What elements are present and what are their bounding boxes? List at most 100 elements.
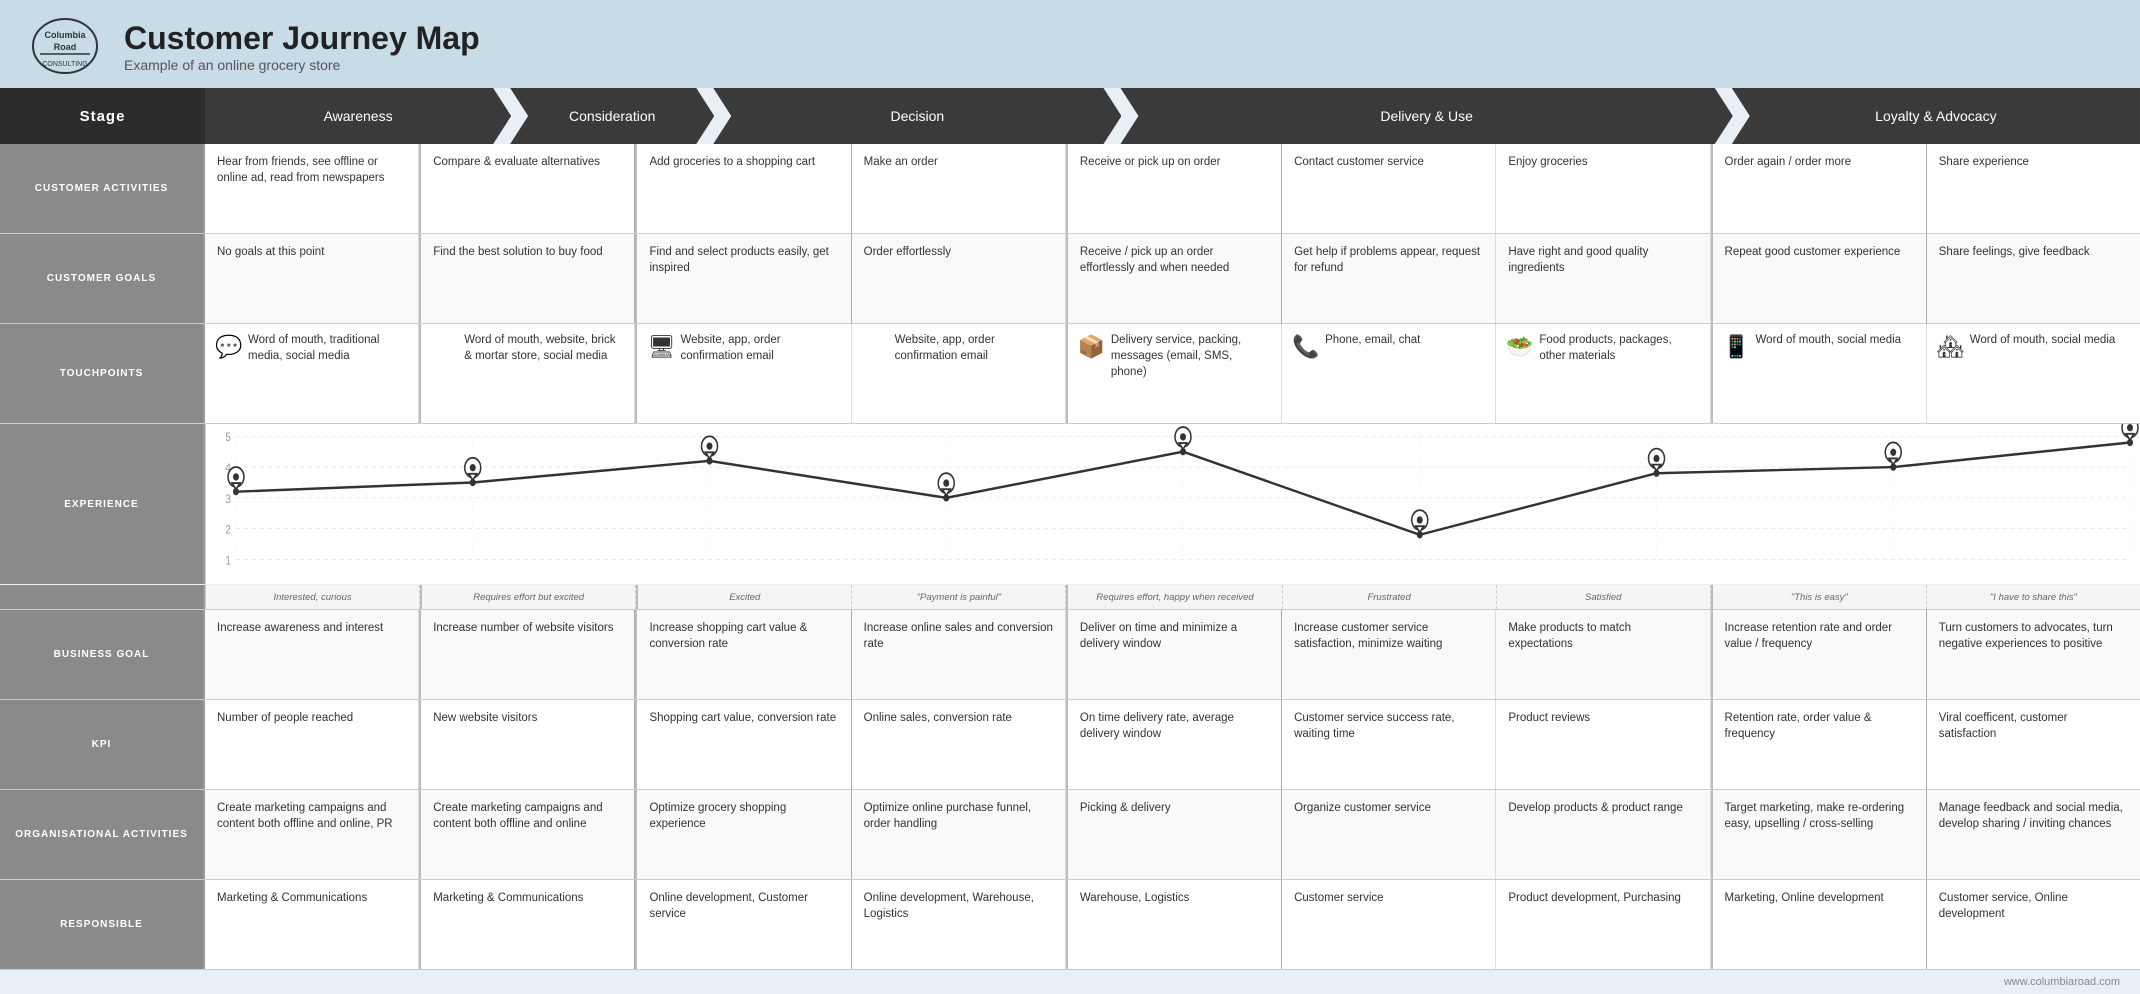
cell-r0-c3: Make an order (852, 144, 1066, 233)
logo: Columbia Road CONSULTING (30, 16, 100, 76)
experience-chart: 12345 (205, 424, 2140, 584)
cell-r4-c0: Number of people reached (205, 700, 419, 789)
touchpoints-cell-3: Website, app, order confirmation email (852, 324, 1066, 423)
sentiment-label-1: Requires effort but excited (420, 585, 636, 609)
sentiment-label-7: "This is easy" (1711, 585, 1927, 609)
cell-r6-c8: Customer service, Online development (1927, 880, 2140, 969)
sentiment-label-8: "I have to share this" (1927, 585, 2140, 609)
cell-r4-c1: New website visitors (419, 700, 635, 789)
cell-r4-c7: Retention rate, order value & frequency (1711, 700, 1927, 789)
cell-r1-c8: Share feelings, give feedback (1927, 234, 2140, 323)
touch-icon-2: 🖥 (647, 332, 675, 363)
cell-r1-c3: Order effortlessly (852, 234, 1066, 323)
sentiment-row: Interested, curiousRequires effort but e… (0, 584, 2140, 609)
title-block: Customer Journey Map Example of an onlin… (124, 20, 480, 73)
row-cells-5: Create marketing campaigns and content b… (205, 790, 2140, 879)
sentiment-label-5: Frustrated (1283, 585, 1497, 609)
touchpoints-cell-2: 🖥Website, app, order confirmation email (635, 324, 851, 423)
cell-r3-c8: Turn customers to advocates, turn negati… (1927, 610, 2140, 699)
touch-icon-0: 💬 (215, 332, 243, 363)
sentiment-label-4: Requires effort, happy when received (1066, 585, 1282, 609)
cell-r0-c0: Hear from friends, see offline or online… (205, 144, 419, 233)
phase-awareness: Awareness (205, 88, 511, 144)
experience-section: EXPERIENCE 12345 Interested, curiousRequ… (0, 424, 2140, 610)
sentiment-spacer (0, 585, 205, 609)
phase-loyalty: Loyalty & Advocacy (1732, 88, 2140, 144)
touch-icon-4: 📦 (1078, 332, 1106, 363)
cell-r0-c1: Compare & evaluate alternatives (419, 144, 635, 233)
touch-icon-5: 📞 (1292, 332, 1320, 363)
row-label-5: ORGANISATIONAL ACTIVITIES (0, 790, 205, 879)
experience-label: EXPERIENCE (0, 424, 205, 584)
cell-r3-c3: Increase online sales and conversion rat… (852, 610, 1066, 699)
cell-r6-c7: Marketing, Online development (1711, 880, 1927, 969)
row-1: CUSTOMER GOALSNo goals at this pointFind… (0, 234, 2140, 324)
footer: www.columbiaroad.com (0, 970, 2140, 994)
sentiment-labels: Interested, curiousRequires effort but e… (205, 585, 2140, 609)
cell-r3-c1: Increase number of website visitors (419, 610, 635, 699)
footer-url: www.columbiaroad.com (2004, 976, 2120, 988)
cell-r0-c7: Order again / order more (1711, 144, 1927, 233)
cell-r3-c5: Increase customer service satisfaction, … (1282, 610, 1496, 699)
touch-icon-6: 🥗 (1506, 332, 1534, 363)
cell-r1-c4: Receive / pick up an order effortlessly … (1066, 234, 1282, 323)
touchpoints-cells: 💬Word of mouth, traditional media, socia… (205, 324, 2140, 423)
row-5: ORGANISATIONAL ACTIVITIES Create marketin… (0, 790, 2140, 880)
cell-r3-c6: Make products to match expectations (1496, 610, 1710, 699)
phase-decision: Decision (713, 88, 1121, 144)
cell-r4-c3: Online sales, conversion rate (852, 700, 1066, 789)
svg-text:CONSULTING: CONSULTING (42, 61, 87, 68)
sentiment-label-2: Excited (636, 585, 852, 609)
cell-r0-c5: Contact customer service (1282, 144, 1496, 233)
sentiment-label-0: Interested, curious (206, 585, 420, 609)
touch-icon-8: 🏘 (1937, 332, 1965, 363)
touchpoints-cell-1: Word of mouth, website, brick & mortar s… (419, 324, 635, 423)
row-cells-3: Increase awareness and interestIncrease … (205, 610, 2140, 699)
touchpoints-cell-7: 📱Word of mouth, social media (1711, 324, 1927, 423)
content-rows: CUSTOMER ACTIVITIESHear from friends, se… (0, 144, 2140, 424)
svg-text:3: 3 (225, 493, 231, 506)
row-cells-1: No goals at this pointFind the best solu… (205, 234, 2140, 323)
row-cells-0: Hear from friends, see offline or online… (205, 144, 2140, 233)
row-label-1: CUSTOMER GOALS (0, 234, 205, 323)
cell-r0-c2: Add groceries to a shopping cart (635, 144, 851, 233)
cell-r6-c3: Online development, Warehouse, Logistics (852, 880, 1066, 969)
svg-text:Columbia: Columbia (44, 30, 86, 40)
cell-r5-c1: Create marketing campaigns and content b… (419, 790, 635, 879)
page-subtitle: Example of an online grocery store (124, 57, 480, 73)
touch-icon-7: 📱 (1723, 332, 1751, 363)
header: Columbia Road CONSULTING Customer Journe… (0, 0, 2140, 88)
cell-r5-c6: Develop products & product range (1496, 790, 1710, 879)
cell-r4-c5: Customer service success rate, waiting t… (1282, 700, 1496, 789)
cell-r5-c3: Optimize online purchase funnel, order h… (852, 790, 1066, 879)
phase-consideration: Consideration (510, 88, 714, 144)
cell-r3-c7: Increase retention rate and order value … (1711, 610, 1927, 699)
cell-r5-c7: Target marketing, make re-ordering easy,… (1711, 790, 1927, 879)
cell-r5-c5: Organize customer service (1282, 790, 1496, 879)
cell-r4-c2: Shopping cart value, conversion rate (635, 700, 851, 789)
cell-r1-c7: Repeat good customer experience (1711, 234, 1927, 323)
cell-r3-c0: Increase awareness and interest (205, 610, 419, 699)
stage-header: Stage Awareness Consideration Decision D… (0, 88, 2140, 144)
touchpoints-cell-5: 📞Phone, email, chat (1282, 324, 1496, 423)
cell-r4-c6: Product reviews (1496, 700, 1710, 789)
experience-inner: EXPERIENCE 12345 (0, 424, 2140, 584)
stage-label: Stage (0, 88, 205, 144)
experience-row: EXPERIENCE 12345 Interested, curiousRequ… (0, 424, 2140, 610)
touchpoints-cell-8: 🏘Word of mouth, social media (1927, 324, 2140, 423)
cell-r0-c8: Share experience (1927, 144, 2140, 233)
row-cells-4: Number of people reachedNew website visi… (205, 700, 2140, 789)
sentiment-label-3: "Payment is painful" (852, 585, 1066, 609)
cell-r1-c1: Find the best solution to buy food (419, 234, 635, 323)
row-label-0: CUSTOMER ACTIVITIES (0, 144, 205, 233)
cell-r6-c2: Online development, Customer service (635, 880, 851, 969)
cell-r4-c8: Viral coefficent, customer satisfaction (1927, 700, 2140, 789)
cell-r6-c0: Marketing & Communications (205, 880, 419, 969)
phase-delivery: Delivery & Use (1120, 88, 1732, 144)
cell-r3-c2: Increase shopping cart value & conversio… (635, 610, 851, 699)
cell-r5-c8: Manage feedback and social media, develo… (1927, 790, 2140, 879)
svg-text:2: 2 (225, 524, 231, 537)
row-label-6: RESPONSIBLE (0, 880, 205, 969)
row-label-4: KPI (0, 700, 205, 789)
row-label-touchpoints: TOUCHPOINTS (0, 324, 205, 423)
